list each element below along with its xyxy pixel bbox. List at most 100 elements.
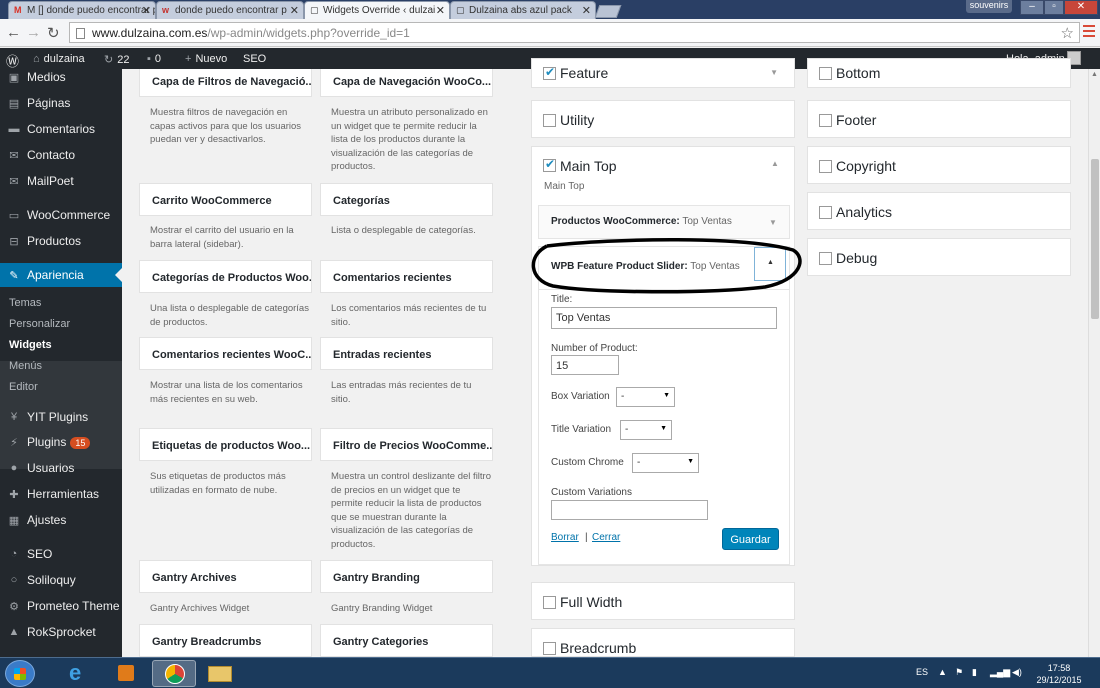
submenu-personalizar[interactable]: Personalizar [0, 318, 122, 330]
maximize-button[interactable]: ▫ [1044, 0, 1064, 15]
sidebar-checkbox[interactable] [543, 114, 556, 127]
widget-gantry-categories[interactable]: Gantry Categories [320, 624, 493, 657]
bookmark-star-icon[interactable]: ☆ [1061, 24, 1074, 42]
explorer-taskbar-button[interactable] [198, 660, 242, 687]
browser-tab-2[interactable]: w donde puedo encontrar p ✕ [156, 1, 304, 19]
box-variation-select[interactable]: - [616, 387, 675, 407]
close-tab-icon[interactable]: ✕ [290, 4, 299, 17]
seo-link[interactable]: SEO [243, 53, 266, 65]
menu-item-paginas[interactable]: ▤ Páginas [0, 96, 122, 110]
sidebar-bottom[interactable]: Bottom [807, 58, 1071, 88]
comments-link[interactable]: ▪ 0 [147, 53, 161, 65]
menu-item-soliloquy[interactable]: ○ Soliloquy [0, 573, 122, 587]
widget-filtro-precios[interactable]: Filtro de Precios WooComme... [320, 428, 493, 461]
reload-icon[interactable]: ↻ [47, 24, 60, 42]
submenu-temas[interactable]: Temas [0, 297, 122, 309]
submenu-menus[interactable]: Menús [0, 360, 122, 372]
submenu-widgets[interactable]: Widgets [0, 339, 122, 351]
sidebar-copyright[interactable]: Copyright [807, 146, 1071, 184]
widget-comentarios-woo[interactable]: Comentarios recientes WooC... [139, 337, 312, 370]
sidebar-full-width[interactable]: Full Width [531, 582, 795, 620]
menu-item-apariencia[interactable]: ✎ Apariencia [0, 263, 122, 287]
custom-variations-input[interactable] [551, 500, 708, 520]
menu-item-roksprocket[interactable]: ▲ RokSprocket [0, 625, 122, 639]
close-tab-icon[interactable]: ✕ [436, 4, 445, 17]
sidebar-title[interactable]: Main Top [560, 158, 617, 174]
back-icon[interactable]: ← [6, 24, 21, 41]
sidebar-footer[interactable]: Footer [807, 100, 1071, 138]
show-hidden-icons[interactable]: ▲ [938, 667, 947, 677]
save-button[interactable]: Guardar [722, 528, 779, 550]
sidebar-checkbox[interactable] [543, 65, 556, 80]
menu-item-usuarios[interactable]: ● Usuarios [0, 461, 122, 475]
delete-link[interactable]: Borrar [551, 532, 579, 543]
menu-item-contacto[interactable]: ✉ Contacto [0, 148, 122, 162]
sidebar-checkbox[interactable] [819, 160, 832, 173]
widget-productos-woocommerce[interactable]: Productos WooCommerce: Top Ventas ▼ [538, 205, 790, 239]
menu-item-mailpoet[interactable]: ✉ MailPoet [0, 174, 122, 188]
browser-tab-1[interactable]: MM [] donde puedo encontrar p ✕ [8, 1, 156, 19]
sidebar-checkbox[interactable] [543, 642, 556, 655]
menu-item-seo[interactable]: ◔ SEO [0, 547, 122, 561]
browser-tab-4[interactable]: ▢ Dulzaina abs azul pack ✕ [450, 1, 596, 19]
scrollbar-thumb[interactable] [1091, 159, 1099, 319]
sidebar-debug[interactable]: Debug [807, 238, 1071, 276]
widget-capa-navegacion[interactable]: Capa de Navegación WooCo... [320, 69, 493, 97]
chevron-down-icon[interactable]: ▼ [769, 218, 777, 227]
page-scrollbar[interactable]: ▲ [1088, 69, 1100, 657]
sidebar-checkbox[interactable] [819, 252, 832, 265]
windows-start-button[interactable] [5, 660, 35, 687]
menu-item-comentarios[interactable]: ▬ Comentarios [0, 122, 122, 136]
sidebar-breadcrumb[interactable]: Breadcrumb [531, 628, 795, 657]
close-tab-icon[interactable]: ✕ [142, 4, 151, 17]
forward-icon[interactable]: → [26, 24, 41, 41]
sidebar-checkbox[interactable]: ✔ [543, 157, 556, 172]
menu-item-woocommerce[interactable]: ▭ WooCommerce [0, 208, 122, 222]
menu-item-prometeo-theme[interactable]: ⚙ Prometeo Theme [0, 599, 122, 613]
number-of-product-input[interactable]: 15 [551, 355, 619, 375]
widget-gantry-breadcrumbs[interactable]: Gantry Breadcrumbs [139, 624, 312, 657]
scroll-up-icon[interactable]: ▲ [1091, 71, 1098, 78]
submenu-editor[interactable]: Editor [0, 381, 122, 393]
power-icon[interactable]: ▮ [972, 667, 977, 678]
custom-chrome-select[interactable]: - [632, 453, 699, 473]
minimize-button[interactable]: – [1020, 0, 1044, 15]
menu-item-yit-plugins[interactable]: ¥ YIT Plugins [0, 410, 122, 424]
widget-gantry-branding[interactable]: Gantry Branding [320, 560, 493, 593]
widget-etiquetas-productos[interactable]: Etiquetas de productos Woo... [139, 428, 312, 461]
sidebar-analytics[interactable]: Analytics [807, 192, 1071, 230]
close-tab-icon[interactable]: ✕ [582, 4, 591, 17]
volume-icon[interactable]: ◀) [1012, 667, 1022, 678]
sidebar-feature[interactable]: Feature ▼ [531, 58, 795, 88]
profile-button[interactable]: souvenirs [966, 0, 1012, 13]
ie-taskbar-button[interactable]: e [58, 660, 102, 687]
sidebar-checkbox[interactable] [819, 67, 832, 80]
flag-icon[interactable]: ⚑ [955, 667, 963, 678]
browser-menu-icon[interactable] [1083, 25, 1095, 39]
widget-carrito[interactable]: Carrito WooCommerce [139, 183, 312, 216]
widget-categorias-productos[interactable]: Categorías de Productos Woo... [139, 260, 312, 293]
widget-gantry-archives[interactable]: Gantry Archives [139, 560, 312, 593]
menu-item-plugins[interactable]: ⚡ Plugins 15 [0, 435, 122, 449]
widget-capa-filtros[interactable]: Capa de Filtros de Navegació... [139, 69, 312, 97]
browser-tab-3[interactable]: ▢ Widgets Override ‹ dulzai ✕ [304, 1, 450, 19]
site-name-link[interactable]: ⌂ dulzaina [33, 53, 85, 65]
language-indicator[interactable]: ES [916, 667, 928, 677]
close-link[interactable]: Cerrar [592, 532, 620, 543]
updates-link[interactable]: ↻ 22 [104, 53, 129, 66]
wordpress-logo-icon[interactable]: Ⓦ [6, 51, 19, 70]
menu-item-productos[interactable]: ⊟ Productos [0, 234, 122, 248]
widget-comentarios-recientes[interactable]: Comentarios recientes [320, 260, 493, 293]
sidebar-utility[interactable]: Utility [531, 100, 795, 138]
widget-categorias[interactable]: Categorías [320, 183, 493, 216]
menu-item-ajustes[interactable]: ▦ Ajustes [0, 513, 122, 527]
new-content-link[interactable]: + Nuevo [185, 53, 227, 65]
sidebar-checkbox[interactable] [819, 206, 832, 219]
chevron-down-icon[interactable]: ▼ [770, 68, 778, 77]
window-close-button[interactable]: ✕ [1064, 0, 1098, 15]
address-bar[interactable]: www.dulzaina.com.es/wp-admin/widgets.php… [69, 22, 1080, 43]
system-clock[interactable]: 17:58 29/12/2015 [1034, 662, 1084, 686]
media-player-taskbar-button[interactable] [104, 660, 148, 687]
title-variation-select[interactable]: - [620, 420, 672, 440]
chevron-up-icon[interactable]: ▲ [771, 159, 779, 168]
